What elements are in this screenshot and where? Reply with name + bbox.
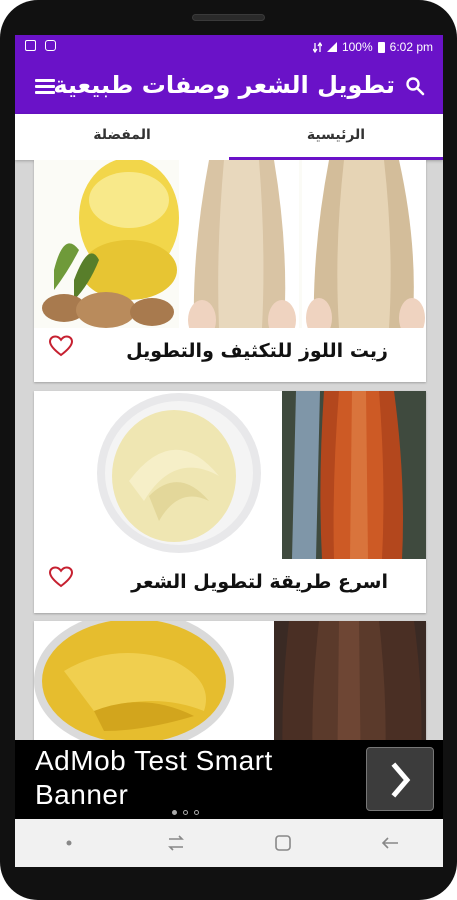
nav-home-button[interactable] <box>263 823 303 863</box>
ad-dot <box>183 810 188 815</box>
app-bar: تطويل الشعر وصفات طبيعية <box>15 59 443 114</box>
hamburger-menu-icon[interactable] <box>35 79 55 94</box>
app-title: تطويل الشعر وصفات طبيعية <box>53 71 395 99</box>
tab-bar: المفضلة الرئيسية <box>15 114 443 160</box>
tab-home[interactable]: الرئيسية <box>229 114 443 160</box>
ad-banner-text: AdMob Test Smart Banner <box>35 745 273 810</box>
screen: 100% 6:02 pm تطويل الشعر وصفات طبيعية ال… <box>15 35 443 867</box>
nav-back-button[interactable] <box>370 823 410 863</box>
favorite-heart-icon[interactable] <box>49 566 73 588</box>
nav-dot-button[interactable] <box>49 823 89 863</box>
home-icon <box>274 835 291 851</box>
system-navigation-bar <box>15 819 443 867</box>
ad-next-button[interactable] <box>366 747 434 811</box>
chevron-right-icon <box>391 762 411 798</box>
card-caption: زيت اللوز للتكثيف والتطويل <box>126 340 388 362</box>
image-notification-icon <box>25 40 36 51</box>
card-image-cream <box>34 391 426 559</box>
recipe-card[interactable]: زيت اللوز للتكثيف والتطويل <box>34 160 426 382</box>
recents-icon <box>167 835 184 851</box>
tab-favorites[interactable]: المفضلة <box>15 114 229 160</box>
phone-frame: 100% 6:02 pm تطويل الشعر وصفات طبيعية ال… <box>0 0 457 900</box>
recipe-list[interactable]: زيت اللوز للتكثيف والتطويل اسرع طريقة لت… <box>15 160 443 740</box>
back-icon <box>381 837 398 849</box>
dot-icon <box>66 840 71 846</box>
data-transfer-icon <box>312 41 322 53</box>
app-notification-icon <box>45 40 56 51</box>
status-notifications <box>25 40 56 51</box>
earpiece-speaker <box>192 14 265 21</box>
card-image-almond-oil <box>34 160 426 328</box>
ad-banner[interactable]: AdMob Test Smart Banner <box>15 740 443 819</box>
status-bar: 100% 6:02 pm <box>15 35 443 59</box>
clock: 6:02 pm <box>389 40 433 54</box>
ad-dot <box>194 810 199 815</box>
recipe-card[interactable] <box>34 621 426 740</box>
card-image-hair-mask <box>34 621 426 740</box>
recipe-card[interactable]: اسرع طريقة لتطويل الشعر <box>34 391 426 613</box>
favorite-heart-icon[interactable] <box>49 335 73 357</box>
card-caption: اسرع طريقة لتطويل الشعر <box>131 571 388 593</box>
ad-page-indicator <box>172 810 199 815</box>
status-indicators: 100% 6:02 pm <box>312 40 433 54</box>
search-icon[interactable] <box>405 76 425 96</box>
battery-icon <box>377 41 385 53</box>
nav-recents-button[interactable] <box>156 823 196 863</box>
battery-percent: 100% <box>341 40 373 54</box>
ad-dot <box>172 810 177 815</box>
signal-icon <box>326 42 337 52</box>
